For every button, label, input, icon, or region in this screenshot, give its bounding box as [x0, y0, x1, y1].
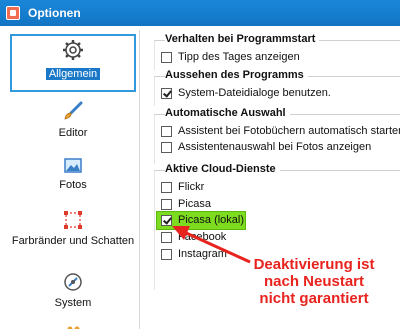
checkbox[interactable]: [161, 181, 172, 193]
annotation-text: Deaktivierung ist nach Neustart nicht ga…: [234, 256, 394, 307]
checkbox[interactable]: [161, 248, 172, 260]
annotation-line: nach Neustart: [263, 273, 365, 290]
gear-icon: [63, 40, 83, 60]
group-title: Verhalten bei Programmstart: [165, 33, 320, 45]
checkbox[interactable]: [161, 125, 172, 137]
option-tipp-des-tages[interactable]: Tipp des Tages anzeigen: [161, 51, 300, 63]
title-bar: Optionen: [0, 0, 400, 26]
sidebar-item-label: Editor: [58, 127, 88, 139]
group-automatische-auswahl: Automatische Auswahl Assistent bei Fotob…: [154, 107, 400, 164]
app-icon: [6, 6, 20, 20]
sidebar-item-system[interactable]: System: [6, 272, 140, 309]
group-title: Aktive Cloud-Dienste: [165, 163, 280, 175]
sidebar-item-label: Fotos: [59, 179, 87, 191]
group-title: Automatische Auswahl: [165, 107, 290, 119]
option-assistent-fotobuecher[interactable]: Assistent bei Fotobüchern automatisch st…: [161, 125, 400, 137]
group-aussehen: Aussehen des Programms System-Dateidialo…: [154, 69, 400, 106]
sidebar-item-fotos[interactable]: Fotos: [6, 158, 140, 191]
window-title: Optionen: [28, 6, 81, 20]
options-sidebar: Allgemein Editor Fotos Farbränder und Sc…: [6, 30, 140, 329]
checkbox[interactable]: [161, 231, 172, 243]
more-items-icon: [67, 326, 80, 329]
option-picasa-lokal[interactable]: Picasa (lokal): [161, 214, 244, 226]
checkbox[interactable]: [161, 214, 172, 226]
sidebar-item-label: System: [54, 297, 92, 309]
option-picasa[interactable]: Picasa: [161, 198, 211, 210]
photo-icon: [64, 158, 82, 173]
option-instagram[interactable]: Instagram: [161, 248, 227, 260]
sidebar-item-allgemein[interactable]: Allgemein: [10, 34, 136, 92]
system-icon: [64, 273, 82, 291]
option-facebook[interactable]: Facebook: [161, 231, 226, 243]
checkbox[interactable]: [161, 198, 172, 210]
annotation-line: Deaktivierung ist: [253, 256, 375, 273]
checkbox[interactable]: [161, 51, 172, 63]
group-programmstart: Verhalten bei Programmstart Tipp des Tag…: [154, 33, 400, 70]
sidebar-item-farbraender[interactable]: Farbränder und Schatten: [6, 210, 140, 247]
group-title: Aussehen des Programms: [165, 69, 308, 81]
checkbox[interactable]: [161, 141, 172, 153]
annotation-line: nicht garantiert: [259, 290, 369, 307]
sidebar-item-editor[interactable]: Editor: [6, 100, 140, 139]
frame-border-icon: [64, 211, 82, 229]
option-assistentenauswahl[interactable]: Assistentenauswahl bei Fotos anzeigen: [161, 141, 371, 153]
option-system-dateidialoge[interactable]: System-Dateidialoge benutzen.: [161, 87, 331, 99]
option-flickr[interactable]: Flickr: [161, 181, 204, 193]
brush-icon: [64, 101, 83, 120]
sidebar-item-label: Farbränder und Schatten: [11, 235, 135, 247]
checkbox[interactable]: [161, 87, 172, 99]
sidebar-item-label: Allgemein: [45, 68, 101, 80]
